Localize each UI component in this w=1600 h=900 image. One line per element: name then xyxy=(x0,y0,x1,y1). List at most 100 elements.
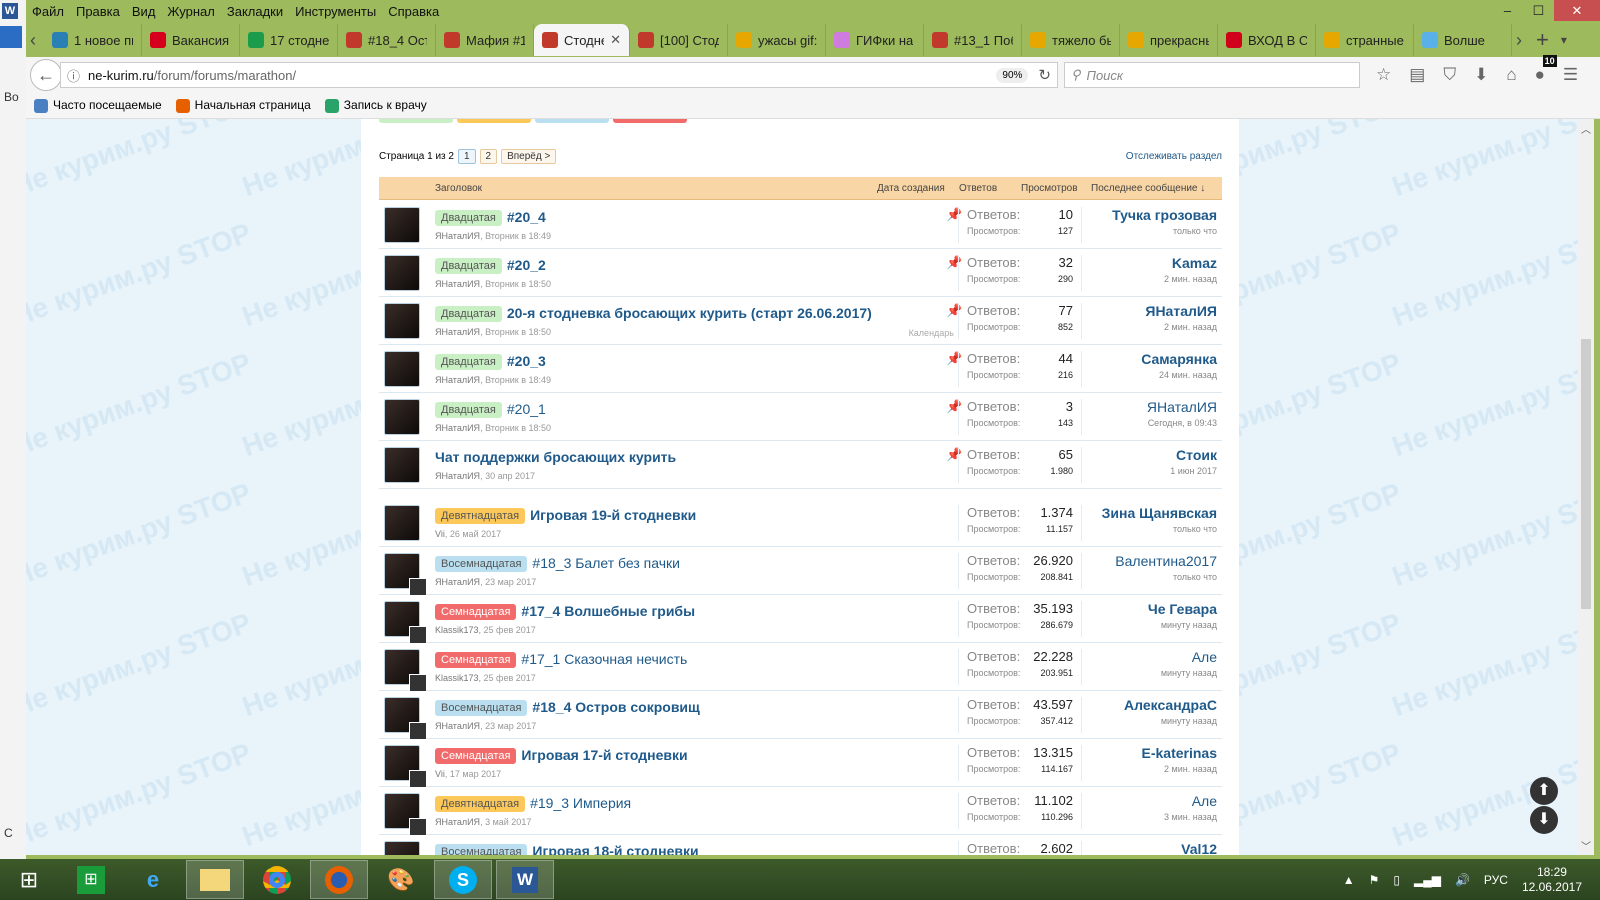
thread-prefix-badge[interactable]: Семнадцатая xyxy=(435,652,517,668)
avatar[interactable] xyxy=(384,697,427,740)
thread-prefix-badge[interactable]: Восемнадцатая xyxy=(435,700,528,716)
thread-author-link[interactable]: Klassik173 xyxy=(435,673,479,683)
last-poster-link[interactable]: Стоик xyxy=(1170,447,1217,463)
last-message-time[interactable]: только что xyxy=(1112,226,1217,236)
network-signal-icon[interactable]: ▂▄▆ xyxy=(1414,873,1441,887)
prefix-filter[interactable] xyxy=(613,119,687,123)
thread-title-link[interactable]: #20_4 xyxy=(507,209,546,225)
last-poster-avatar[interactable] xyxy=(409,674,427,692)
browser-tab[interactable]: 17 стоднев xyxy=(240,24,338,56)
avatar[interactable] xyxy=(384,303,420,339)
sync-icon[interactable]: ● 10 xyxy=(1535,55,1557,85)
last-poster-link[interactable]: ЯНаталИЯ xyxy=(1145,303,1217,319)
last-poster-link[interactable]: Самарянка xyxy=(1141,351,1217,367)
prefix-filter[interactable] xyxy=(457,119,531,123)
input-language[interactable]: РУС xyxy=(1484,873,1508,887)
avatar[interactable] xyxy=(384,745,427,788)
last-poster-avatar[interactable] xyxy=(409,722,427,740)
menu-item[interactable]: Закладки xyxy=(221,4,289,19)
zoom-level-button[interactable]: 90% xyxy=(996,67,1029,83)
thread-author-link[interactable]: ЯНаталИЯ xyxy=(435,375,480,385)
thread-prefix-badge[interactable]: Двадцатая xyxy=(435,354,502,370)
thread-prefix-badge[interactable]: Семнадцатая xyxy=(435,604,517,620)
menu-item[interactable]: Файл xyxy=(26,4,70,19)
browser-tab[interactable]: [100] Стод xyxy=(630,24,728,56)
last-message-time[interactable]: только что xyxy=(1115,572,1217,582)
last-message-time[interactable]: 2 мин. назад xyxy=(1145,322,1217,332)
star-icon[interactable]: ☆ xyxy=(1376,65,1391,85)
store-icon[interactable]: ⊞ xyxy=(62,860,120,899)
avatar[interactable] xyxy=(384,505,420,541)
battery-icon[interactable]: ▯ xyxy=(1393,873,1400,887)
file-explorer-icon[interactable] xyxy=(186,860,244,899)
thread-title-link[interactable]: #17_1 Сказочная нечисть xyxy=(521,651,687,667)
next-page-link[interactable]: Вперёд > xyxy=(501,149,557,164)
thread-author-link[interactable]: Vii xyxy=(435,769,445,779)
thread-title-link[interactable]: #17_4 Волшебные грибы xyxy=(521,603,695,619)
last-poster-link[interactable]: Але xyxy=(1161,649,1217,665)
thread-author-link[interactable]: ЯНаталИЯ xyxy=(435,471,480,481)
column-views[interactable]: Просмотров xyxy=(1021,183,1078,194)
last-poster-avatar[interactable] xyxy=(409,626,427,644)
reload-icon[interactable]: ↻ xyxy=(1038,66,1051,84)
close-tab-icon[interactable]: ✕ xyxy=(610,32,621,48)
tab-list-button[interactable]: ▾ xyxy=(1561,33,1567,47)
last-poster-link[interactable]: Тучка грозовая xyxy=(1112,207,1217,223)
menu-item[interactable]: Инструменты xyxy=(289,4,382,19)
skype-icon[interactable]: S xyxy=(434,860,492,899)
last-message-time[interactable]: минуту назад xyxy=(1124,716,1217,726)
last-poster-avatar[interactable] xyxy=(409,818,427,836)
browser-tab[interactable]: ВХОД В СИ xyxy=(1218,24,1316,56)
scroll-top-button[interactable]: ⬆ xyxy=(1530,777,1558,805)
home-icon[interactable]: ⌂ xyxy=(1506,65,1516,85)
thread-title-link[interactable]: Игровая 19-й стодневки xyxy=(530,507,696,523)
browser-tab[interactable]: #13_1 Поб xyxy=(924,24,1022,56)
menu-item[interactable]: Вид xyxy=(126,4,162,19)
thread-prefix-badge[interactable]: Восемнадцатая xyxy=(435,556,528,572)
tab-scroll-left-button[interactable]: ‹ xyxy=(26,30,44,51)
last-poster-link[interactable]: Val12 xyxy=(1181,841,1217,855)
thread-author-link[interactable]: ЯНаталИЯ xyxy=(435,721,480,731)
column-replies[interactable]: Ответов xyxy=(959,183,997,194)
last-message-time[interactable]: 24 мин. назад xyxy=(1141,370,1217,380)
thread-author-link[interactable]: ЯНаталИЯ xyxy=(435,327,480,337)
thread-title-link[interactable]: #19_3 Империя xyxy=(530,795,631,811)
word-icon[interactable]: W xyxy=(496,860,554,899)
last-poster-link[interactable]: Зина Щанявская xyxy=(1102,505,1217,521)
last-poster-link[interactable]: Kamaz xyxy=(1164,255,1217,271)
bookmark-item[interactable]: Запись к врачу xyxy=(324,98,427,113)
thread-author-link[interactable]: Vii xyxy=(435,529,445,539)
thread-title-link[interactable]: #20_3 xyxy=(507,353,546,369)
last-message-time[interactable]: минуту назад xyxy=(1161,668,1217,678)
scroll-down-arrow[interactable]: ﹀ xyxy=(1581,838,1591,853)
thread-prefix-badge[interactable]: Двадцатая xyxy=(435,306,502,322)
url-bar[interactable]: ⓘ ne-kurim.ru/forum/forums/marathon/ 90%… xyxy=(60,62,1058,88)
scroll-bottom-button[interactable]: ⬇ xyxy=(1530,806,1558,834)
browser-tab[interactable]: прекрасны xyxy=(1120,24,1218,56)
scrollbar-thumb[interactable] xyxy=(1581,339,1591,609)
firefox-icon[interactable] xyxy=(310,860,368,899)
last-message-time[interactable]: только что xyxy=(1102,524,1217,534)
reading-list-icon[interactable]: ▤ xyxy=(1409,65,1425,85)
thread-title-link[interactable]: Игровая 18-й стодневки xyxy=(532,843,698,855)
last-message-time[interactable]: 3 мин. назад xyxy=(1164,812,1217,822)
minimize-button[interactable]: – xyxy=(1492,0,1523,21)
scroll-up-arrow[interactable]: ︿ xyxy=(1581,121,1591,136)
page-scrollbar[interactable]: ︿ ﹀ xyxy=(1578,119,1594,855)
chrome-icon[interactable] xyxy=(248,860,306,899)
internet-explorer-icon[interactable]: e xyxy=(124,860,182,899)
avatar[interactable] xyxy=(384,447,420,483)
menu-item[interactable]: Правка xyxy=(70,4,126,19)
avatar[interactable] xyxy=(384,793,427,836)
browser-tab[interactable]: странные xyxy=(1316,24,1414,56)
avatar[interactable] xyxy=(384,399,420,435)
thread-author-link[interactable]: ЯНаталИЯ xyxy=(435,423,480,433)
avatar[interactable] xyxy=(384,841,420,855)
column-title[interactable]: Заголовок xyxy=(435,183,482,194)
show-hidden-icons[interactable]: ▲ xyxy=(1343,873,1355,887)
last-message-time[interactable]: 1 июн 2017 xyxy=(1170,466,1217,476)
calendar-link[interactable]: Календарь xyxy=(909,328,954,338)
avatar[interactable] xyxy=(384,553,427,596)
download-icon[interactable]: ⬇ xyxy=(1474,65,1488,85)
thread-prefix-badge[interactable]: Семнадцатая xyxy=(435,748,517,764)
